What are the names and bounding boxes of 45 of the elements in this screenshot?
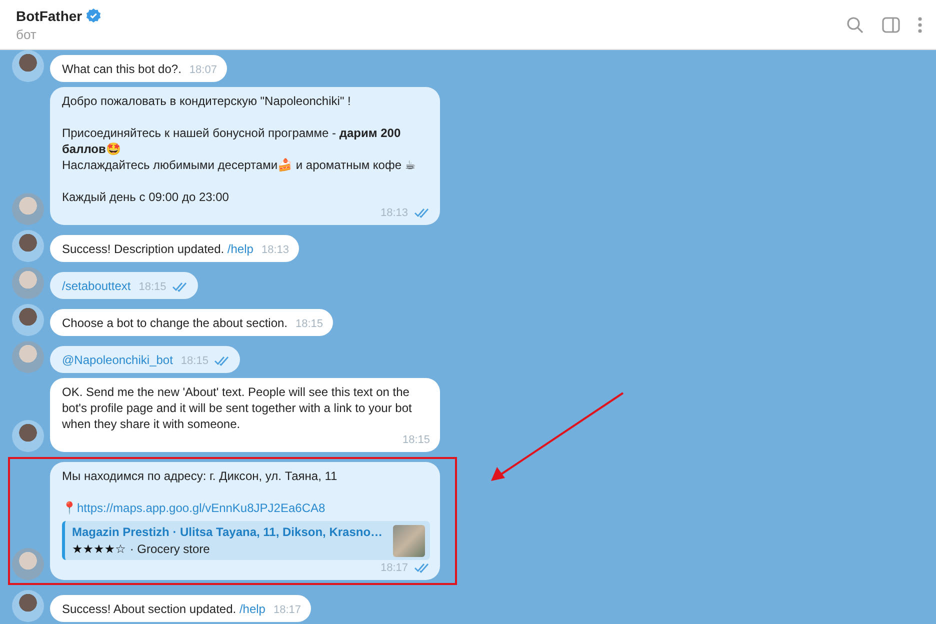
avatar[interactable] [12,341,44,373]
message-time: 18:13 [380,206,408,220]
message-text: Добро пожаловать в кондитерскую "Napoleonchiki" ! Присоединяйтесь к нашей бонусной программе - дарим 200 баллов🤩 Наслаждайтесь любимыми десертами🍰 и ароматным кофе ☕ Каждый день с 09:00 до 23:00 [62,94,416,204]
chat-subtitle: бот [16,26,38,42]
sidebar-toggle-icon[interactable] [882,16,900,32]
message-time: 18:15 [296,317,324,331]
message-text: Success! About section updated. [62,602,238,616]
photo-placeholder [392,524,425,556]
message-link[interactable]: /setabouttext [62,279,131,293]
more-menu-icon[interactable] [918,16,922,32]
avatar[interactable] [12,304,44,336]
avatar[interactable] [12,230,44,262]
message-time: 18:15 [138,280,166,294]
message-time: 18:17 [380,561,408,575]
message-time: 18:07 [189,63,217,77]
link-preview[interactable]: Magazin Prestizh · Ulitsa Tayana, 11, Dikson, Krasno… ★★★★☆ · Grocery store [62,521,430,560]
avatar[interactable] [12,548,44,580]
message-text: Success! Description updated. [62,242,226,256]
message-text: Мы находимся по адресу: г. Диксон, ул. Таяна, 11 [62,469,338,483]
message-time: 18:15 [180,354,208,368]
message-link[interactable]: /help [227,242,254,256]
star-icon: ★ [104,541,116,557]
preview-subtitle: · Grocery store [130,541,210,557]
avatar[interactable] [12,590,44,622]
message-time: 18:13 [261,243,289,257]
search-icon[interactable] [846,16,864,34]
star-icon: ★ [82,541,94,557]
star-icon: ★ [94,541,104,557]
chat-title: BotFather [16,8,82,24]
message-text: Choose a bot to change the about section. [62,316,288,330]
preview-title[interactable]: Magazin Prestizh · Ulitsa Tayana, 11, Dikson, Krasno… [72,524,383,540]
avatar[interactable] [12,267,44,299]
message-time: 18:15 [402,433,430,447]
avatar[interactable] [12,420,44,452]
star-icon: ★ [72,541,83,557]
message-text: What can this bot do?. [62,62,182,76]
avatar[interactable] [12,193,44,225]
message-text: 📍 [62,501,77,515]
message-link[interactable]: https://maps.app.goo.gl/vEnnKu8JPJ2Ea6CA8 [77,501,326,515]
message-link[interactable]: /help [239,602,266,616]
message-time: 18:17 [273,603,302,617]
message-link[interactable]: @Napoleonchiki_bot [62,353,173,367]
star-icon: ☆ [115,541,126,557]
message-text: OK. Send me the new 'About' text. People will see this text on the bot's profile page and it will be sent together with a link to your bot when they share it with someone. [62,385,413,431]
avatar[interactable] [12,50,44,82]
